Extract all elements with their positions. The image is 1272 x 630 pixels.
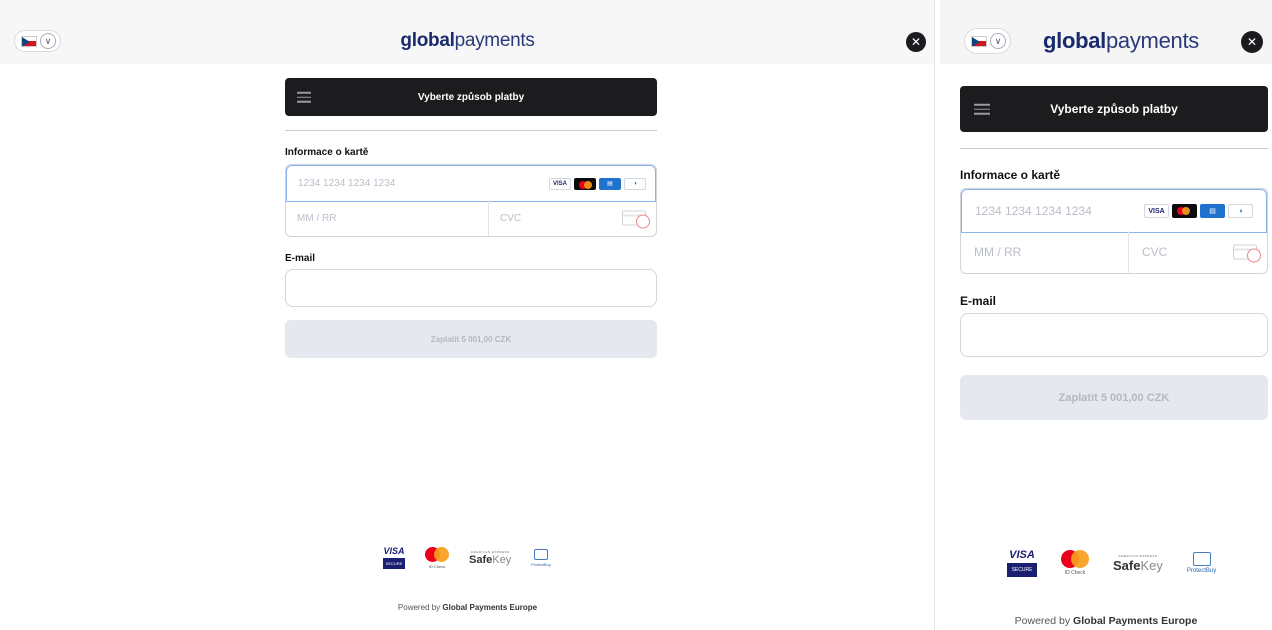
amex-icon: ▤ — [1200, 204, 1225, 218]
header: ∨ globalpayments ✕ — [0, 0, 934, 64]
cvc-field[interactable]: CVC — [489, 200, 656, 236]
card-number-placeholder: 1234 1234 1234 1234 — [298, 178, 396, 189]
czech-flag-icon — [971, 35, 987, 47]
payment-method-selector-button[interactable]: Vyberte způsob platby — [960, 86, 1268, 132]
cvc-field[interactable]: CVC — [1129, 231, 1267, 273]
card-brands: VISA ▤ ◑ — [549, 177, 646, 190]
payment-method-label: Vyberte způsob platby — [417, 91, 525, 103]
email-label: E-mail — [285, 253, 316, 264]
powered-by-text: Powered by Global Payments Europe — [397, 603, 538, 612]
card-info-label: Informace o kartě — [285, 147, 369, 158]
email-label: E-mail — [960, 294, 997, 308]
security-badges: VISA SECURE ID Check AMERICAN EXPRESS Sa… — [1007, 549, 1216, 577]
divider — [960, 148, 1268, 149]
card-input-group: 1234 1234 1234 1234 VISA ▤ ◑ MM / RR CVC — [960, 188, 1268, 274]
close-button[interactable]: ✕ — [1241, 31, 1263, 53]
amex-icon: ▤ — [599, 177, 621, 190]
expiry-placeholder: MM / RR — [297, 212, 337, 224]
email-field[interactable] — [285, 269, 657, 307]
pay-button[interactable]: Zaplatit 5 001,00 CZK — [960, 375, 1268, 420]
visa-secure-badge: VISA SECURE — [383, 546, 405, 569]
card-number-field[interactable]: 1234 1234 1234 1234 VISA ▤ ◑ — [961, 189, 1267, 233]
desktop-checkout-panel: ∨ globalpayments ✕ Vyberte způsob platby… — [0, 0, 935, 630]
card-number-field[interactable]: 1234 1234 1234 1234 VISA ▤ ◑ — [286, 165, 656, 202]
visa-icon: VISA — [549, 177, 571, 190]
header: ∨ globalpayments ✕ — [940, 0, 1272, 64]
card-info-label: Informace o kartě — [960, 168, 1061, 182]
card-brands: VISA ▤ ◑ — [1144, 204, 1253, 218]
mastercard-id-check-badge: ID Check — [1061, 550, 1089, 576]
diners-club-icon: ◑ — [624, 177, 646, 190]
card-number-placeholder: 1234 1234 1234 1234 — [975, 204, 1092, 218]
mastercard-id-check-badge: ID Check — [425, 546, 449, 569]
cvc-placeholder: CVC — [1142, 245, 1168, 259]
expiry-field[interactable]: MM / RR — [286, 200, 489, 236]
expiry-placeholder: MM / RR — [974, 245, 1022, 259]
protectbuy-icon — [1192, 552, 1211, 566]
protectbuy-badge: ProtectBuy — [531, 548, 551, 567]
close-button[interactable]: ✕ — [906, 32, 926, 52]
divider — [285, 130, 657, 131]
language-selector[interactable]: ∨ — [964, 28, 1011, 54]
protectbuy-icon — [534, 548, 548, 560]
email-field[interactable] — [960, 313, 1268, 357]
cvc-card-icon — [1233, 244, 1261, 263]
chevron-down-icon: ∨ — [990, 33, 1006, 49]
pay-button[interactable]: Zaplatit 5 001,00 CZK — [285, 320, 657, 358]
protectbuy-badge: ProtectBuy — [1187, 552, 1216, 574]
amex-safekey-badge: AMERICAN EXPRESS SafeKey — [1113, 553, 1163, 573]
mastercard-icon — [574, 177, 596, 190]
globalpayments-logo: globalpayments — [400, 30, 535, 51]
expiry-field[interactable]: MM / RR — [961, 231, 1129, 273]
menu-icon — [974, 101, 990, 118]
cvc-placeholder: CVC — [500, 212, 522, 224]
powered-by-text: Powered by Global Payments Europe — [1014, 615, 1198, 627]
card-input-group: 1234 1234 1234 1234 VISA ▤ ◑ MM / RR CVC — [285, 164, 657, 237]
security-badges: VISA SECURE ID Check AMERICAN EXPRESS Sa… — [383, 546, 551, 569]
globalpayments-logo: globalpayments — [1043, 28, 1199, 53]
diners-club-icon: ◑ — [1228, 204, 1253, 218]
menu-icon — [297, 89, 311, 106]
mobile-checkout-panel: ∨ globalpayments ✕ Vyberte způsob platby… — [940, 0, 1272, 630]
visa-icon: VISA — [1144, 204, 1169, 218]
amex-safekey-badge: AMERICAN EXPRESS SafeKey — [469, 549, 512, 566]
visa-secure-badge: VISA SECURE — [1007, 549, 1037, 577]
cvc-card-icon — [622, 210, 650, 229]
payment-method-selector-button[interactable]: Vyberte způsob platby — [285, 78, 657, 116]
payment-method-label: Vyberte způsob platby — [1050, 102, 1178, 116]
mastercard-icon — [1172, 204, 1197, 218]
